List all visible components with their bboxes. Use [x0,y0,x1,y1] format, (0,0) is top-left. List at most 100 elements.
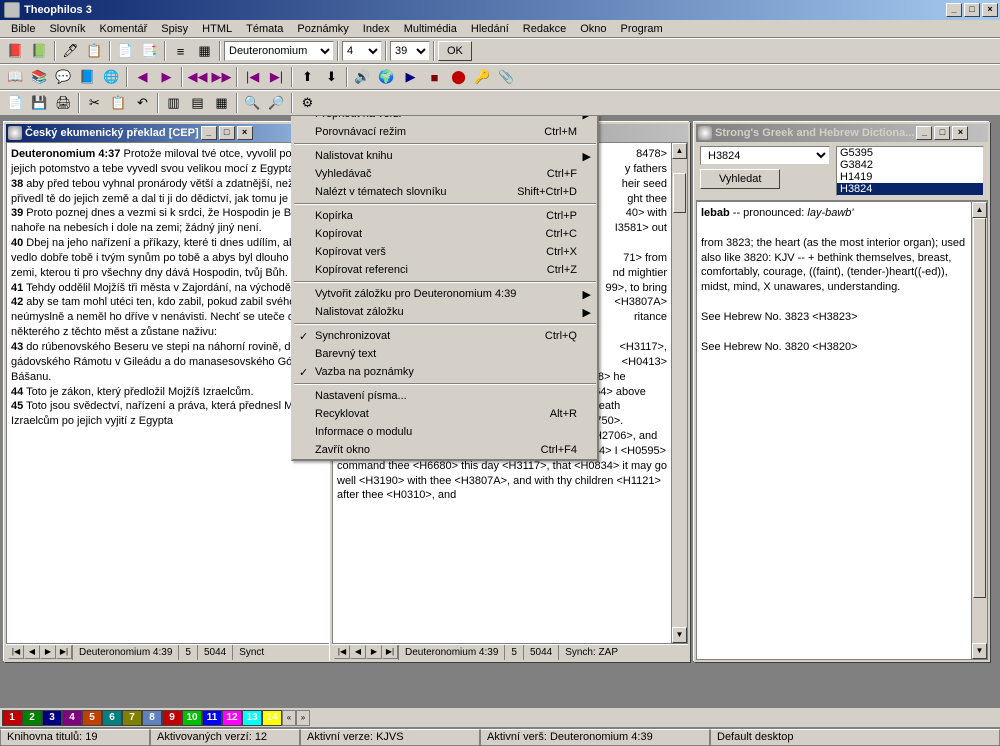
menu-okno[interactable]: Okno [573,22,613,36]
tb-grid-icon[interactable]: ▦ [193,40,216,62]
tb-cfg-icon[interactable]: ⚙ [296,92,319,114]
tb-topic-icon[interactable]: 📘 [76,66,99,88]
tb-html-icon[interactable]: 🌐 [100,66,123,88]
stop-icon[interactable]: ■ [423,66,446,88]
menu-item[interactable]: KopírkaCtrl+P [293,207,597,225]
nav-first-icon[interactable]: |◀ [334,645,350,659]
tb-up-icon[interactable]: ⬆ [296,66,319,88]
tb-undo-icon[interactable]: ↶ [131,92,154,114]
desktop-tab[interactable]: 3 [42,710,62,726]
record-icon[interactable]: ⬤ [447,66,470,88]
pin-icon[interactable]: 📎 [495,66,518,88]
nav-prev-icon[interactable]: ◀ [350,645,366,659]
menu-item[interactable]: Nalistovat záložku▶ [293,303,597,321]
tb-note-icon[interactable]: 📄 [114,40,137,62]
pane-min[interactable]: _ [916,126,932,140]
globe-icon[interactable]: 🌍 [375,66,398,88]
menu-item[interactable]: Nalézt v tématech slovníkuShift+Ctrl+D [293,183,597,201]
pane-min[interactable]: _ [201,126,217,140]
tb-win3-icon[interactable]: ▦ [210,92,233,114]
tb-search-icon[interactable]: 🔍 [241,92,264,114]
nav-next-icon[interactable]: ▶ [40,645,56,659]
tb-save-icon[interactable]: 💾 [28,92,51,114]
maximize-button[interactable]: □ [964,3,980,17]
strongs-input[interactable]: H3824 [700,146,830,165]
list-item[interactable]: H3824 [837,183,983,195]
first-verse-icon[interactable]: |◀ [241,66,264,88]
minimize-button[interactable]: _ [946,3,962,17]
tb-bible-icon[interactable]: 📖 [4,66,27,88]
tb-print-icon[interactable]: 🖨 [52,92,75,114]
desktop-tab[interactable]: 7 [122,710,142,726]
desktop-tab[interactable]: 13 [242,710,262,726]
tb-notes-icon[interactable]: 📑 [138,40,161,62]
close-button[interactable]: × [982,3,998,17]
tb-win2-icon[interactable]: ▤ [186,92,209,114]
tb-comm-icon[interactable]: 💬 [52,66,75,88]
desktop-tab[interactable]: 5 [82,710,102,726]
desktop-tab[interactable]: 12 [222,710,242,726]
menu-multimedia[interactable]: Multimédia [397,22,464,36]
desktop-tab[interactable]: 14 [262,710,282,726]
tb-down-icon[interactable]: ⬇ [320,66,343,88]
menu-item[interactable]: Barevný text [293,345,597,363]
nav-prev-icon[interactable]: ◀ [24,645,40,659]
tb-new-icon[interactable]: 📄 [4,92,27,114]
last-verse-icon[interactable]: ▶| [265,66,288,88]
menu-item[interactable]: Vytvořit záložku pro Deuteronomium 4:39▶ [293,285,597,303]
menu-item[interactable]: KopírovatCtrl+C [293,225,597,243]
menu-item[interactable]: Přepnout na verzi▶ [293,116,597,123]
chapter-combo[interactable]: 4 [342,41,382,61]
sound-icon[interactable]: 🔊 [351,66,374,88]
menu-item[interactable]: Kopírovat veršCtrl+X [293,243,597,261]
menu-poznamky[interactable]: Poznámky [290,22,355,36]
play-icon[interactable]: ▶ [399,66,422,88]
tb-win1-icon[interactable]: ▥ [162,92,185,114]
strongs-list[interactable]: G5395 G3842 H1419 H3824 [836,146,984,196]
menu-komentar[interactable]: Komentář [93,22,155,36]
menu-item[interactable]: ✓Vazba na poznámky [293,363,597,381]
tb-list-icon[interactable]: ≡ [169,40,192,62]
menu-redakce[interactable]: Redakce [516,22,573,36]
tb-dict-icon[interactable]: 📚 [28,66,51,88]
desktop-tab[interactable]: 1 [2,710,22,726]
desktop-tab[interactable]: 9 [162,710,182,726]
menu-item[interactable]: Kopírovat referenciCtrl+Z [293,261,597,279]
menu-item[interactable]: Informace o modulu [293,423,597,441]
menu-item[interactable]: RecyklovatAlt+R [293,405,597,423]
tb-paste-icon[interactable]: 📋 [107,92,130,114]
menu-spisy[interactable]: Spisy [154,22,195,36]
desktop-tab[interactable]: 8 [142,710,162,726]
scrollbar[interactable]: ▲▼ [971,202,987,659]
prev-book-icon[interactable]: ◀ [131,66,154,88]
ok-button[interactable]: OK [438,41,472,61]
menu-item[interactable]: VyhledávačCtrl+F [293,165,597,183]
tab-arrow-icon[interactable]: « [282,710,296,726]
tb-open-icon[interactable]: 📗 [28,40,51,62]
search-button[interactable]: Vyhledat [700,169,780,189]
desktop-tab[interactable]: 10 [182,710,202,726]
nav-first-icon[interactable]: |◀ [8,645,24,659]
next-book-icon[interactable]: ▶ [155,66,178,88]
menu-item[interactable]: Nalistovat knihu▶ [293,147,597,165]
desktop-tab[interactable]: 6 [102,710,122,726]
nav-next-icon[interactable]: ▶ [366,645,382,659]
menu-slovnik[interactable]: Slovník [42,22,92,36]
key-icon[interactable]: 🔑 [471,66,494,88]
pane-max[interactable]: □ [934,126,950,140]
list-item[interactable]: G5395 [837,147,983,159]
book-combo[interactable]: Deuteronomium [224,41,334,61]
pane-close[interactable]: × [952,126,968,140]
menu-item[interactable]: Nastavení písma... [293,387,597,405]
list-item[interactable]: G3842 [837,159,983,171]
tb-find-icon[interactable]: 🔎 [265,92,288,114]
prev-chapter-icon[interactable]: ◀◀ [186,66,209,88]
pane-max[interactable]: □ [219,126,235,140]
menu-index[interactable]: Index [356,22,397,36]
tb-copy-icon[interactable]: 📋 [83,40,106,62]
menu-item[interactable]: ✓SynchronizovatCtrl+Q [293,327,597,345]
menu-item[interactable]: Zavřít oknoCtrl+F4 [293,441,597,459]
nav-last-icon[interactable]: ▶| [56,645,72,659]
menu-temata[interactable]: Témata [239,22,290,36]
dict-body[interactable]: lebab -- pronounced: lay-bawb' from 3823… [696,201,988,660]
